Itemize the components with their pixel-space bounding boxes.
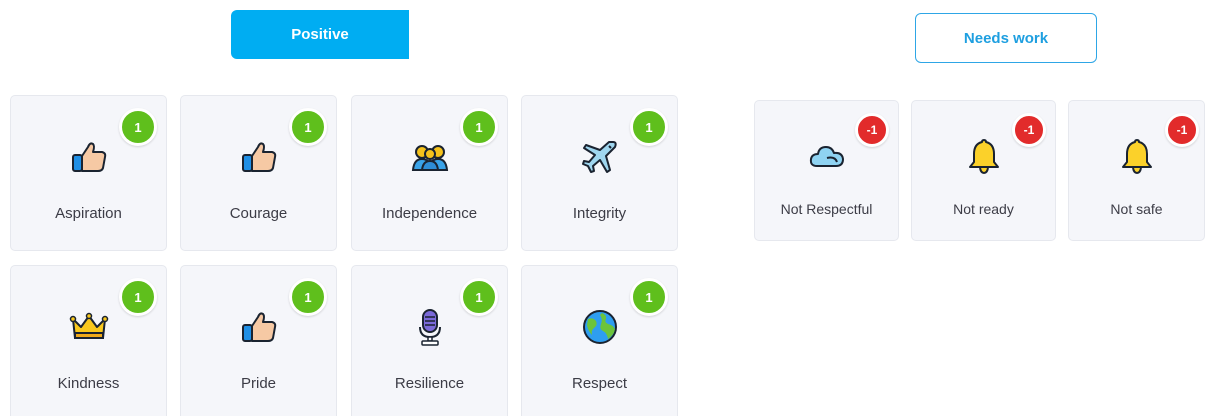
airplane-icon: [580, 137, 620, 177]
skill-label: Pride: [240, 375, 277, 392]
tab-positive[interactable]: Positive: [231, 10, 409, 59]
points-badge: 1: [460, 278, 498, 316]
skill-card-courage[interactable]: 1 Courage: [180, 95, 337, 251]
points-badge: -1: [855, 113, 889, 147]
points-badge: 1: [289, 108, 327, 146]
points-badge: -1: [1012, 113, 1046, 147]
skill-label: Independence: [381, 205, 478, 222]
points-badge: 1: [630, 278, 668, 316]
skill-card-independence[interactable]: 1 Independence: [351, 95, 508, 251]
skill-card-kindness[interactable]: 1 Kindness: [10, 265, 167, 416]
tab-needs-work[interactable]: Needs work: [915, 13, 1097, 63]
skill-label: Aspiration: [55, 205, 122, 222]
thumbs-up-icon: [69, 137, 109, 177]
skill-label: Not safe: [1110, 201, 1163, 217]
points-badge: -1: [1165, 113, 1199, 147]
skill-card-not-ready[interactable]: -1 Not ready: [911, 100, 1056, 241]
microphone-icon: [410, 307, 450, 347]
skill-card-not-respectful[interactable]: -1 Not Respectful: [754, 100, 899, 241]
skill-label: Courage: [229, 205, 288, 222]
skill-card-aspiration[interactable]: 1 Aspiration: [10, 95, 167, 251]
points-screen: Positive Needs work 1 Aspiration 1 Coura…: [0, 0, 1205, 416]
points-badge: 1: [460, 108, 498, 146]
points-badge: 1: [119, 108, 157, 146]
thumbs-up-icon: [239, 137, 279, 177]
skill-label: Resilience: [394, 375, 465, 392]
skill-label: Kindness: [57, 375, 120, 392]
thumbs-up-icon: [239, 307, 279, 347]
skill-card-pride[interactable]: 1 Pride: [180, 265, 337, 416]
skill-card-resilience[interactable]: 1 Resilience: [351, 265, 508, 416]
crown-icon: [69, 307, 109, 347]
skill-card-integrity[interactable]: 1 Integrity: [521, 95, 678, 251]
skill-label: Respect: [571, 375, 628, 392]
skill-card-respect[interactable]: 1 Respect: [521, 265, 678, 416]
points-badge: 1: [630, 108, 668, 146]
people-icon: [410, 137, 450, 177]
bell-icon: [964, 136, 1004, 176]
skill-label: Not ready: [953, 201, 1014, 217]
skill-card-not-safe[interactable]: -1 Not safe: [1068, 100, 1205, 241]
cloud-icon: [807, 136, 847, 176]
points-badge: 1: [289, 278, 327, 316]
globe-icon: [580, 307, 620, 347]
skill-label: Not Respectful: [780, 201, 873, 217]
bell-icon: [1117, 136, 1157, 176]
skill-label: Integrity: [572, 205, 627, 222]
points-badge: 1: [119, 278, 157, 316]
